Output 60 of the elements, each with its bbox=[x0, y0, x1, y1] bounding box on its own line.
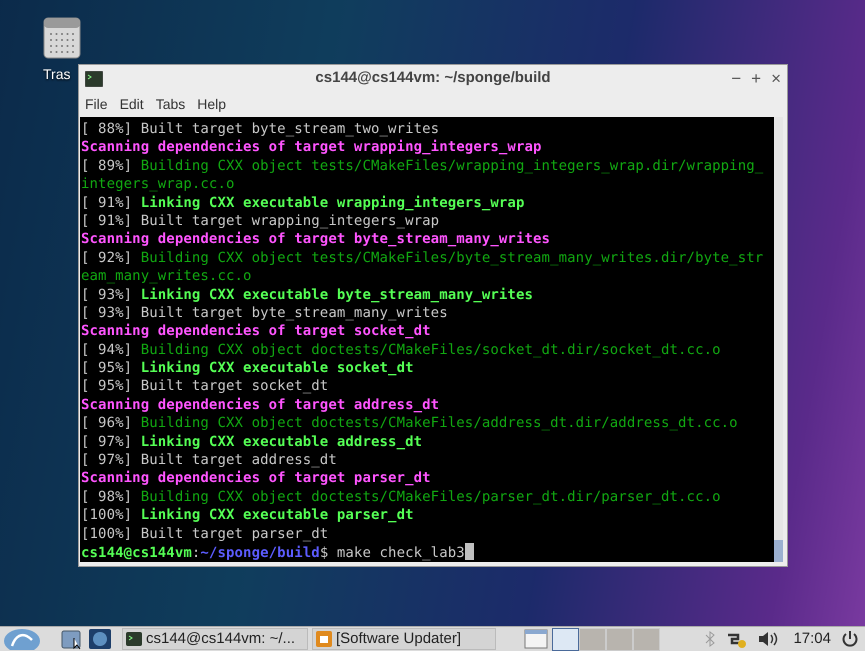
workspace-button[interactable] bbox=[552, 628, 579, 650]
terminal-icon bbox=[85, 70, 103, 86]
start-menu-icon[interactable] bbox=[2, 628, 42, 650]
terminal-text: [ 88%] Built target byte_stream_two_writes bbox=[81, 121, 440, 137]
package-icon bbox=[316, 631, 332, 647]
window-title: cs144@cs144vm: ~/sponge/build bbox=[315, 68, 551, 88]
terminal-text: [ 96%] bbox=[81, 415, 134, 432]
terminal-text: Building CXX object tests/CMakeFiles/byte_stream_many_writes.dir/byte_str bbox=[140, 250, 764, 266]
terminal-text: [100%] bbox=[81, 507, 134, 524]
taskbar-task[interactable]: cs144@cs144vm: ~/... bbox=[122, 628, 308, 650]
terminal-text: [ 97%] bbox=[81, 434, 134, 450]
window-control-button[interactable]: − bbox=[731, 70, 742, 87]
terminal-text: [ 93%] Built target byte_stream_many_writes bbox=[81, 304, 448, 321]
terminal-text: Scanning dependencies of target socket_dt bbox=[81, 323, 431, 340]
terminal-text: [ 98%] bbox=[81, 488, 134, 505]
window-icon[interactable] bbox=[524, 629, 548, 649]
scrollbar[interactable] bbox=[774, 117, 783, 562]
terminal-text: Scanning dependencies of target address_dt bbox=[81, 396, 440, 413]
terminal-text: Linking CXX executable byte_stream_many_writes bbox=[140, 286, 534, 303]
terminal-text: [ 91%] bbox=[81, 194, 134, 211]
window-control-button[interactable]: × bbox=[771, 70, 781, 87]
terminal-text: cs144@cs144vm bbox=[81, 544, 192, 561]
terminal-text: [100%] Built target parser_dt bbox=[81, 526, 328, 542]
terminal-icon bbox=[126, 632, 142, 646]
menu-item[interactable]: File bbox=[85, 94, 108, 115]
terminal-text: [ 95%] bbox=[81, 360, 134, 376]
terminal-text: ~/sponge/build bbox=[200, 544, 320, 561]
terminal-text: Linking CXX executable parser_dt bbox=[140, 507, 414, 524]
terminal-text: eam_many_writes.cc.o bbox=[81, 268, 252, 284]
terminal-text: $ make check_lab3 bbox=[320, 544, 465, 561]
terminal-text: Linking CXX executable socket_dt bbox=[140, 360, 414, 376]
terminal-text: Scanning dependencies of target byte_stream_many_writes bbox=[81, 231, 550, 248]
terminal-text: Scanning dependencies of target parser_dt bbox=[81, 470, 431, 486]
terminal-text: : bbox=[192, 544, 200, 561]
terminal-text: Building CXX object doctests/CMakeFiles/socket_dt.dir/socket_dt.cc.o bbox=[140, 342, 721, 358]
terminal-text: [ 93%] bbox=[81, 286, 134, 303]
terminal-text: [ 92%] bbox=[81, 250, 134, 266]
desktop-icon-label[interactable]: Tras bbox=[43, 64, 70, 85]
terminal-text: Building CXX object doctests/CMakeFiles/address_dt.dir/address_dt.cc.o bbox=[140, 415, 738, 432]
clock[interactable]: 17:04 bbox=[793, 628, 831, 650]
terminal-text: [ 94%] bbox=[81, 342, 134, 358]
terminal-text: [ 89%] bbox=[81, 158, 134, 174]
terminal-text: integers_wrap.cc.o bbox=[81, 176, 235, 192]
window-control-button[interactable]: + bbox=[751, 70, 762, 87]
terminal-text: Linking CXX executable wrapping_integers_wrap bbox=[140, 194, 524, 211]
text-cursor bbox=[464, 542, 474, 560]
globe-icon[interactable] bbox=[88, 628, 112, 650]
terminal-text: [ 91%] Built target wrapping_integers_wrap bbox=[81, 212, 440, 229]
terminal-text: Scanning dependencies of target wrapping_integers_wrap bbox=[81, 139, 542, 156]
terminal-text: [ 95%] Built target socket_dt bbox=[81, 378, 328, 394]
menu-item[interactable]: Edit bbox=[120, 94, 144, 115]
power-icon[interactable] bbox=[841, 630, 859, 648]
terminal-text: Linking CXX executable address_dt bbox=[140, 434, 422, 450]
taskbar-task[interactable]: [Software Updater] bbox=[312, 628, 496, 650]
menu-item[interactable]: Help bbox=[197, 94, 226, 115]
menu-item[interactable]: Tabs bbox=[156, 94, 186, 115]
terminal-text: Building CXX object tests/CMakeFiles/wrapping_integers_wrap.dir/wrapping_ bbox=[140, 158, 764, 174]
terminal-text: [ 97%] Built target address_dt bbox=[81, 452, 337, 468]
volume-icon[interactable] bbox=[757, 630, 780, 648]
terminal-text: Building CXX object doctests/CMakeFiles/parser_dt.dir/parser_dt.cc.o bbox=[140, 488, 721, 505]
